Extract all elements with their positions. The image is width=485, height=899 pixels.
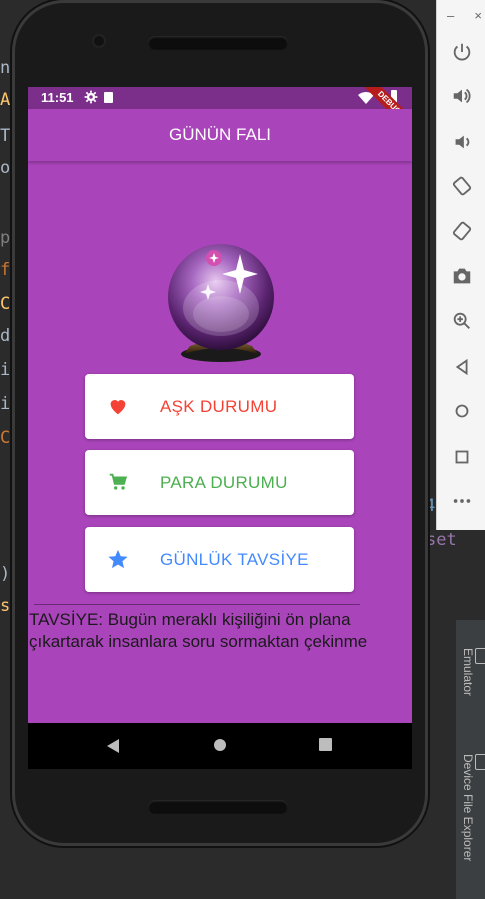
phone-icon — [475, 648, 485, 664]
app-title: GÜNÜN FALI — [168, 125, 272, 144]
sd-card-icon — [104, 92, 113, 103]
nav-overview-icon[interactable] — [319, 738, 332, 751]
menu-label: AŞK DURUMU — [160, 397, 278, 416]
power-icon[interactable] — [437, 37, 485, 67]
app-bar: GÜNÜN FALI — [28, 109, 412, 161]
cart-icon — [109, 473, 128, 490]
rotate-right-icon[interactable] — [437, 216, 485, 246]
phone-icon — [475, 754, 485, 770]
zoom-icon[interactable] — [437, 306, 485, 336]
ide-code-line: C — [0, 294, 11, 314]
rotate-left-icon[interactable] — [437, 171, 485, 201]
side-tool-tabs: Emulator Device File Explorer — [456, 620, 485, 899]
divider — [34, 604, 360, 605]
volume-up-icon[interactable] — [437, 81, 485, 111]
nav-home-icon[interactable] — [213, 738, 227, 752]
minimize-button[interactable]: – — [447, 8, 454, 26]
status-bar: 11:51 — [28, 87, 412, 109]
front-camera — [94, 36, 104, 46]
menu-label: PARA DURUMU — [160, 473, 288, 492]
device-file-explorer-tab[interactable]: Device File Explorer — [461, 754, 485, 861]
heart-icon — [110, 400, 126, 415]
more-icon[interactable] — [437, 486, 485, 516]
crystal-ball-icon — [168, 244, 274, 362]
window-controls: – × — [447, 8, 482, 26]
volume-down-icon[interactable] — [437, 127, 485, 157]
nav-back-icon[interactable] — [106, 738, 120, 754]
bottom-speaker — [148, 800, 288, 814]
top-speaker — [148, 36, 288, 50]
love-status-button[interactable]: AŞK DURUMU — [85, 374, 354, 439]
emulator-toolbar: – × — [436, 0, 485, 530]
navigation-bar — [28, 723, 412, 769]
ide-code-line: set — [426, 530, 457, 550]
daily-advice-button[interactable]: GÜNLÜK TAVSİYE — [85, 527, 354, 592]
menu-label: GÜNLÜK TAVSİYE — [160, 550, 309, 569]
emulator-tab-label: Emulator — [461, 648, 475, 697]
close-button[interactable]: × — [474, 8, 482, 26]
camera-icon[interactable] — [437, 261, 485, 291]
status-time: 11:51 — [41, 90, 74, 105]
settings-icon — [84, 90, 98, 107]
advice-text: TAVSİYE: Bugün meraklı kişiliğini ön pla… — [29, 610, 368, 651]
overview-icon[interactable] — [437, 442, 485, 472]
phone-screen: 11:51 DEBUG GÜNÜN FALI AŞK DURUMU PARA D… — [28, 87, 412, 769]
device-file-explorer-tab-label: Device File Explorer — [461, 754, 475, 862]
back-icon[interactable] — [437, 352, 485, 382]
star-icon — [108, 549, 128, 569]
home-icon[interactable] — [437, 396, 485, 426]
emulator-tab[interactable]: Emulator — [461, 648, 485, 696]
money-status-button[interactable]: PARA DURUMU — [85, 450, 354, 515]
